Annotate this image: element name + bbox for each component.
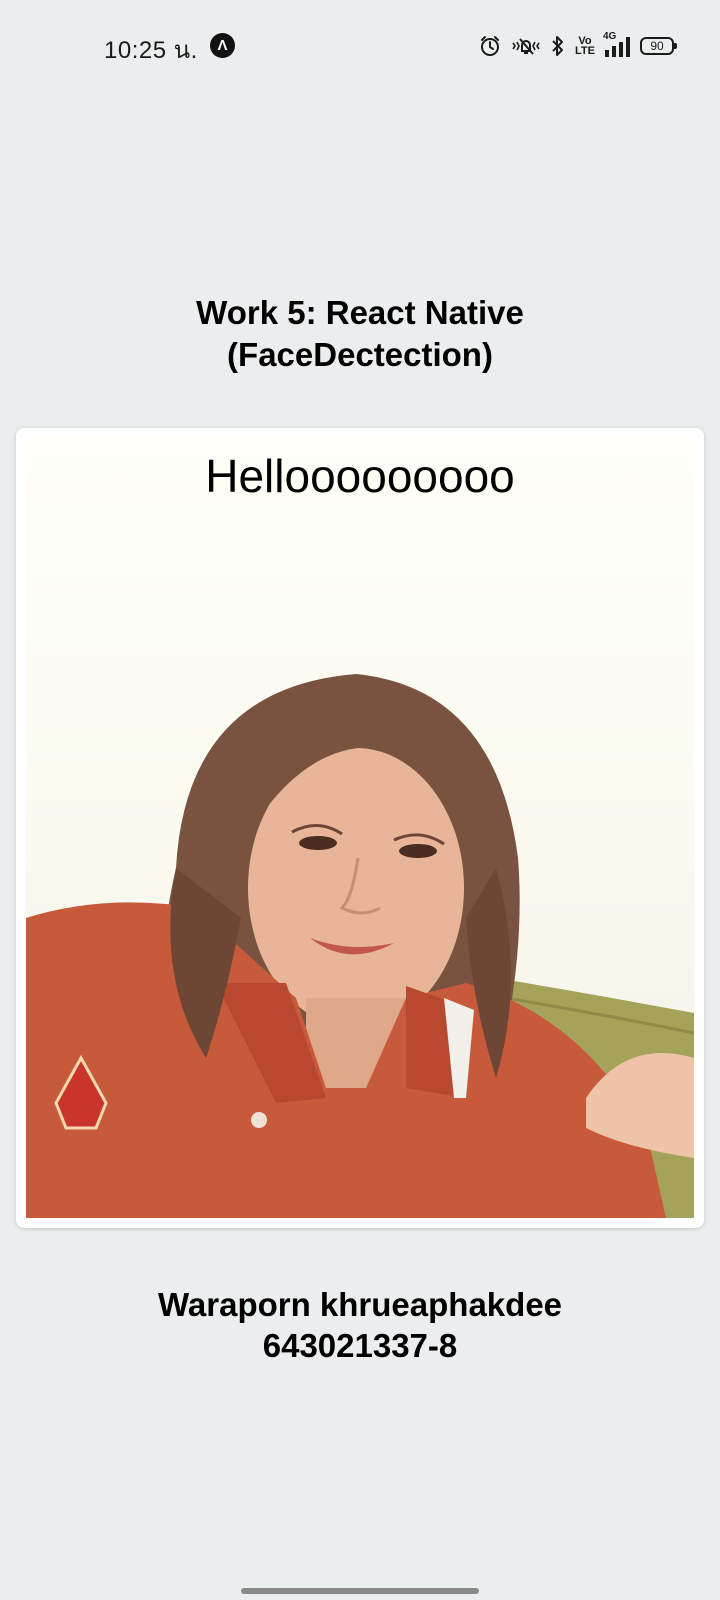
bluetooth-icon xyxy=(551,35,565,57)
student-id: 643021337-8 xyxy=(262,1327,458,1364)
camera-card: Hellooooooooo xyxy=(16,428,704,1228)
camera-preview-image xyxy=(26,674,694,1218)
status-bar: 10:25 น. Λ Vo LTE 4G 90 xyxy=(0,0,720,92)
app-notification-icon: Λ xyxy=(210,33,235,58)
camera-preview: Hellooooooooo xyxy=(26,438,694,1218)
status-time: 10:25 น. xyxy=(104,37,198,64)
page-title-line-1: Work 5: React Native xyxy=(196,294,524,331)
page-title-line-2: (FaceDectection) xyxy=(227,336,493,373)
page-title: Work 5: React Native (FaceDectection) xyxy=(0,292,720,376)
student-name: Waraporn khrueaphakdee xyxy=(157,1286,563,1323)
signal-icon: 4G xyxy=(603,31,630,57)
battery-icon: 90 xyxy=(640,37,677,55)
vibrate-icon xyxy=(511,35,541,57)
status-icons: Vo LTE 4G 90 xyxy=(479,31,677,60)
alarm-icon xyxy=(479,35,501,57)
volte-icon: Vo LTE xyxy=(575,35,595,57)
face-detection-label: Hellooooooooo xyxy=(205,450,515,502)
network-type-label: 4G xyxy=(603,31,617,42)
home-gesture-bar[interactable] xyxy=(241,1588,479,1594)
